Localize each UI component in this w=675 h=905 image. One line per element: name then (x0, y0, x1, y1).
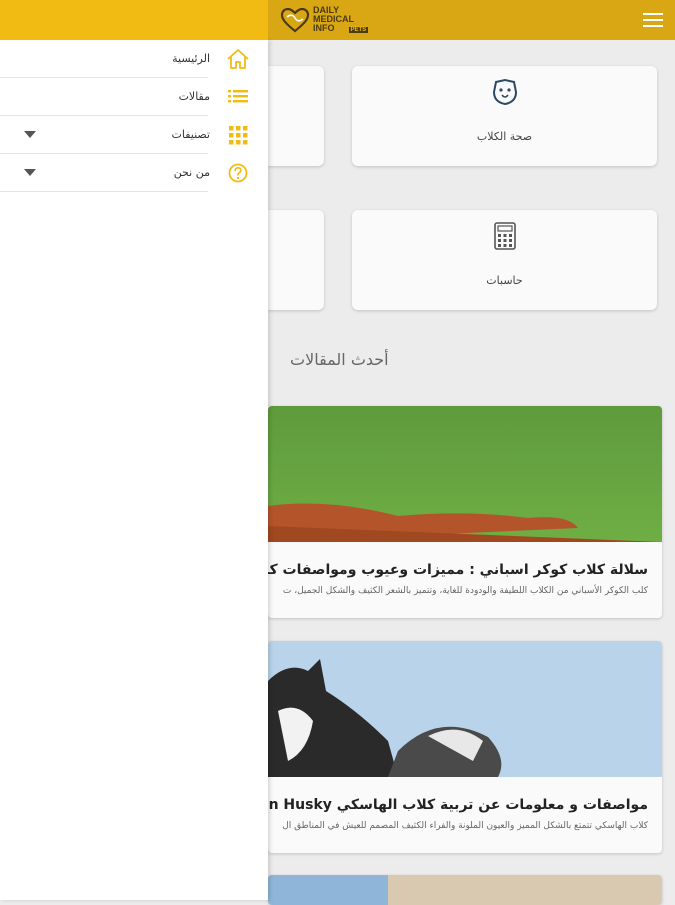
article-card[interactable]: سلالة كلاب كوكر اسباني : مميزات وعيوب وم… (268, 406, 662, 618)
drawer-item-about[interactable]: من نحن (0, 154, 268, 192)
divider (0, 191, 208, 192)
drawer-item-categories[interactable]: تصنيفات (0, 116, 268, 154)
article-excerpt: كلب الكوكر الأسباني من الكلاب اللطيفة وا… (282, 586, 648, 596)
drawer-item-home[interactable]: الرئيسية (0, 40, 268, 78)
dog-health-icon (492, 78, 518, 106)
chevron-down-icon[interactable] (24, 131, 36, 138)
calculator-icon (494, 222, 516, 250)
category-card-partial-2[interactable] (268, 210, 324, 310)
category-card-partial-1[interactable] (268, 66, 324, 166)
drawer-item-label: تصنيفات (171, 128, 210, 141)
drawer-header (0, 0, 268, 40)
article-excerpt: كلاب الهاسكي تتمتع بالشكل المميز والعيون… (282, 821, 648, 831)
list-icon (228, 90, 248, 103)
article-image (268, 875, 662, 905)
menu-icon[interactable] (643, 13, 663, 27)
category-card-calculators[interactable]: حاسبات (352, 210, 657, 310)
logo-line-3: INFO PETS (313, 22, 369, 33)
app-logo[interactable]: DAILY MEDICAL INFO PETS (280, 5, 369, 35)
article-card-partial[interactable] (268, 875, 662, 905)
logo-badge: PETS (348, 26, 369, 33)
help-circle-icon (228, 163, 248, 183)
grid-icon (229, 126, 248, 145)
drawer-item-label: الرئيسية (172, 52, 210, 65)
home-icon (227, 49, 249, 69)
card-label: صحة الكلاب (476, 130, 533, 143)
latest-articles-title: أحدث المقالات (290, 350, 389, 369)
chevron-down-icon[interactable] (24, 169, 36, 176)
article-title[interactable]: سلالة كلاب كوكر اسباني : مميزات وعيوب وم… (268, 562, 648, 578)
navigation-drawer: الرئيسية مقالات تصنيفات من نحن (0, 40, 268, 900)
category-card-dog-health[interactable]: صحة الكلاب (352, 66, 657, 166)
heart-logo-icon (280, 7, 310, 33)
article-title[interactable]: مواصفات و معلومات عن تربية كلاب الهاسكي … (268, 797, 648, 813)
article-image (268, 406, 662, 542)
drawer-item-articles[interactable]: مقالات (0, 78, 268, 116)
drawer-item-label: من نحن (173, 166, 210, 179)
article-card[interactable]: مواصفات و معلومات عن تربية كلاب الهاسكي … (268, 641, 662, 853)
drawer-item-label: مقالات (178, 90, 210, 103)
article-image (268, 641, 662, 777)
logo-text: DAILY MEDICAL INFO PETS (313, 5, 369, 35)
card-label: حاسبات (486, 274, 523, 287)
